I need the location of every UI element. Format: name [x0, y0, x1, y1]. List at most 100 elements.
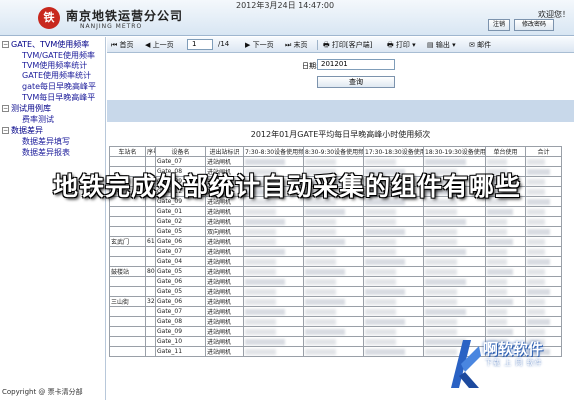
- col-header: 合计: [525, 146, 562, 157]
- watermark: 啊软软件 下载 上 网 软件: [445, 320, 574, 400]
- tree-item-data-diff-entry[interactable]: 数据差异填写: [22, 136, 70, 147]
- table-row: Gate_05 双向闸机: [109, 226, 562, 237]
- cell-dir: 进站闸机: [205, 216, 244, 227]
- redacted-value: [527, 308, 546, 315]
- cell-redacted: [303, 156, 364, 167]
- redacted-value: [305, 318, 337, 325]
- cell-redacted: [363, 256, 424, 267]
- table-row: 玄武门 61 Gate_06 进站闸机: [109, 236, 562, 247]
- cell-redacted: [363, 266, 424, 277]
- table-row: Gate_01 进站闸机: [109, 206, 562, 217]
- cell-dir: 进站闸机: [205, 256, 244, 267]
- redacted-value: [365, 208, 397, 215]
- cell-device: Gate_06: [155, 276, 206, 287]
- cell-device: Gate_06: [155, 296, 206, 307]
- cell-redacted: [423, 306, 486, 317]
- collapse-icon[interactable]: −: [2, 41, 9, 48]
- redacted-value: [305, 268, 345, 275]
- redacted-value: [527, 208, 546, 215]
- mail-button[interactable]: ✉ 邮件: [469, 40, 491, 50]
- col-header: 18:30-19:30设备使用频率: [423, 146, 486, 157]
- cell-station: [109, 326, 146, 337]
- last-page-button[interactable]: ⏭ 末页: [285, 40, 308, 50]
- cell-redacted: [525, 266, 562, 277]
- cell-seq: [145, 346, 156, 357]
- redacted-value: [425, 278, 467, 285]
- cell-dir: 进站闸机: [205, 266, 244, 277]
- query-button[interactable]: 查询: [317, 76, 395, 88]
- cell-dir: 双向闸机: [205, 226, 244, 237]
- table-row: Gate_04 进站闸机: [109, 256, 562, 267]
- cell-redacted: [363, 346, 424, 357]
- tree-folder-usage-freq[interactable]: − GATE、TVM使用频率: [2, 39, 89, 50]
- cell-dir: 进站闸机: [205, 346, 244, 357]
- redacted-value: [527, 288, 551, 295]
- cell-redacted: [363, 336, 424, 347]
- last-page-icon: ⏭: [285, 41, 292, 49]
- cell-station: [109, 316, 146, 327]
- redacted-value: [527, 218, 546, 225]
- cell-seq: [145, 156, 156, 167]
- report-title: 2012年01月GATE平均每日早晚高峰小时使用频次: [250, 130, 431, 139]
- tree-folder-data-diff[interactable]: − 数据差异: [2, 125, 43, 136]
- tree-item-tvm-peak[interactable]: TVM每日早晚高峰平: [22, 92, 95, 103]
- redacted-value: [245, 278, 285, 285]
- redacted-value: [365, 308, 397, 315]
- collapse-icon[interactable]: −: [2, 105, 9, 112]
- col-header: 车站名: [109, 146, 146, 157]
- cell-redacted: [525, 256, 562, 267]
- col-header: 进出站标识: [205, 146, 244, 157]
- first-page-button[interactable]: ⏮ 首页: [111, 40, 134, 50]
- overlay-headline: 地铁完成外部统计自动采集的组件有哪些: [52, 172, 521, 201]
- cell-redacted: [485, 256, 526, 267]
- cell-redacted: [423, 236, 486, 247]
- redacted-value: [365, 318, 405, 325]
- redacted-value: [365, 238, 397, 245]
- redacted-value: [305, 298, 345, 305]
- redacted-value: [365, 248, 397, 255]
- date-input[interactable]: 201201: [317, 59, 395, 70]
- print-button[interactable]: 🖶 打印 ▾: [387, 40, 416, 52]
- collapse-icon[interactable]: −: [2, 127, 9, 134]
- cell-redacted: [243, 256, 304, 267]
- next-page-button[interactable]: ▶ 下一页: [245, 40, 274, 50]
- cell-redacted: [243, 326, 304, 337]
- tree-folder-test-cases[interactable]: − 测试用例库: [2, 103, 51, 114]
- table-row: Gate_07 进站闸机: [109, 306, 562, 317]
- cell-redacted: [243, 306, 304, 317]
- cell-redacted: [423, 286, 486, 297]
- page-number-input[interactable]: 1: [187, 39, 213, 50]
- cell-redacted: [243, 336, 304, 347]
- print-client-button[interactable]: 🖶 打印[客户端]: [323, 40, 372, 52]
- redacted-value: [487, 218, 508, 225]
- report-banner: [107, 100, 574, 122]
- col-header: 单台使用: [485, 146, 526, 157]
- redacted-value: [527, 228, 551, 235]
- cell-station: [109, 346, 146, 357]
- export-button[interactable]: ▤ 输出 ▾: [427, 40, 456, 50]
- cell-seq: [145, 246, 156, 257]
- redacted-value: [245, 238, 277, 245]
- redacted-value: [245, 298, 277, 305]
- current-datetime: 2012年3月24日 14:47:00: [236, 1, 335, 10]
- tree-item-gate-peak[interactable]: gate每日早晚高峰平: [22, 81, 96, 92]
- col-header: 17:30-18:30设备使用频率: [363, 146, 424, 157]
- cell-redacted: [525, 236, 562, 247]
- cell-seq: 32: [145, 296, 156, 307]
- cell-seq: [145, 276, 156, 287]
- tree-item-fare-test[interactable]: 费率测试: [22, 114, 54, 125]
- prev-page-button[interactable]: ◀ 上一页: [145, 40, 174, 50]
- redacted-value: [487, 238, 513, 245]
- cell-station: 三山街: [109, 296, 146, 307]
- redacted-value: [527, 238, 546, 245]
- cell-redacted: [303, 276, 364, 287]
- cell-dir: 进站闸机: [205, 286, 244, 297]
- change-password-button[interactable]: 修改密码: [514, 19, 554, 31]
- mail-icon: ✉: [469, 41, 475, 49]
- redacted-value: [487, 208, 513, 215]
- cell-redacted: [243, 276, 304, 287]
- redacted-value: [425, 218, 467, 225]
- logout-button[interactable]: 注销: [488, 19, 510, 31]
- tree-item-gate-freq-stats[interactable]: GATE使用频率统计: [22, 70, 91, 81]
- tree-item-data-diff-report[interactable]: 数据差异报表: [22, 147, 70, 158]
